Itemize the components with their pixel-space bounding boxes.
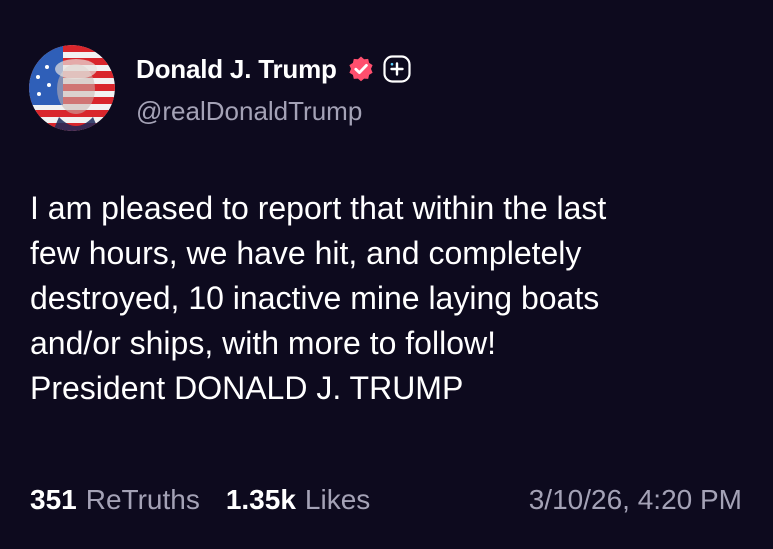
retruths-label: ReTruths	[85, 484, 200, 515]
flag-portrait-avatar-icon	[29, 45, 115, 131]
plus-badge-icon[interactable]	[383, 55, 411, 83]
post-stats-bar: 351 ReTruths 1.35k Likes 3/10/26, 4:20 P…	[30, 478, 742, 522]
likes-label: Likes	[304, 484, 371, 515]
verified-badge-icon	[347, 55, 375, 83]
author-name-row: Donald J. Trump	[136, 50, 411, 88]
truth-post-card: Donald J. Trump @realDonaldTrump I am pl…	[0, 0, 773, 549]
post-timestamp[interactable]: 3/10/26, 4:20 PM	[529, 484, 742, 516]
likes-stat[interactable]: 1.35k Likes	[226, 484, 370, 516]
likes-count: 1.35k	[225, 484, 296, 515]
author-handle[interactable]: @realDonaldTrump	[136, 96, 362, 127]
retruths-stat[interactable]: 351 ReTruths	[30, 484, 200, 516]
post-body-text: I am pleased to report that within the l…	[30, 190, 607, 406]
avatar[interactable]	[29, 45, 115, 131]
retruths-count: 351	[30, 484, 77, 515]
author-display-name[interactable]: Donald J. Trump	[136, 54, 337, 85]
